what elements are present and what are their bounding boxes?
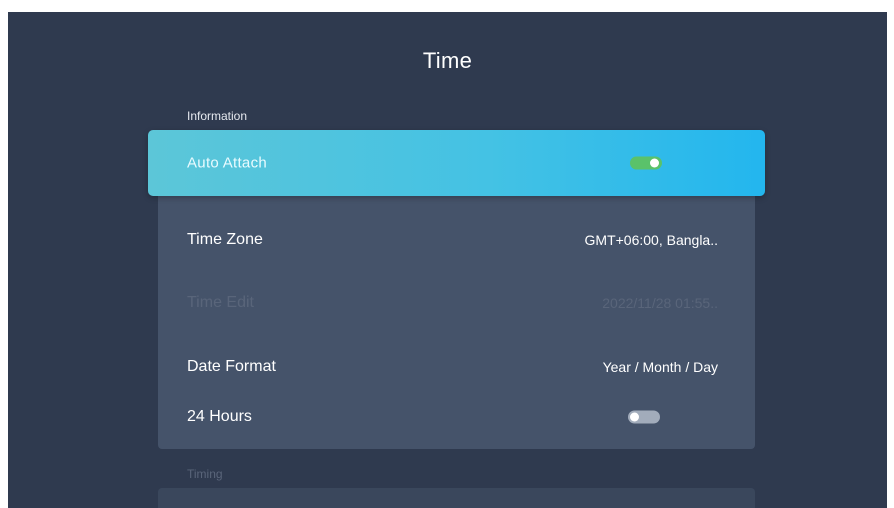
time-zone-label: Time Zone: [187, 231, 263, 248]
auto-attach-label: Auto Attach: [187, 154, 268, 172]
page-title: Time: [422, 48, 473, 73]
time-settings-screen: Time Information Auto Attach Time Zone G…: [8, 12, 887, 508]
time-edit-row: Time Edit 2022/11/28 01:55..: [158, 271, 755, 335]
date-format-label: Date Format: [187, 358, 276, 375]
section-label-timing: Timing: [187, 467, 223, 481]
date-format-value: Year / Month / Day: [602, 359, 718, 375]
auto-attach-toggle[interactable]: [630, 156, 662, 170]
24-hours-row[interactable]: 24 Hours: [158, 385, 755, 449]
timing-panel[interactable]: [158, 488, 755, 508]
section-label-information: Information: [187, 109, 248, 123]
toggle-knob: [630, 412, 639, 422]
auto-attach-row[interactable]: Auto Attach: [148, 130, 765, 196]
toggle-knob: [650, 158, 659, 168]
time-edit-value: 2022/11/28 01:55..: [602, 295, 718, 311]
24-hours-toggle[interactable]: [628, 410, 660, 424]
time-zone-row[interactable]: Time Zone GMT+06:00, Bangla..: [158, 208, 755, 272]
time-edit-label: Time Edit: [187, 294, 254, 311]
24-hours-label: 24 Hours: [187, 408, 252, 425]
time-zone-value: GMT+06:00, Bangla..: [584, 232, 718, 248]
